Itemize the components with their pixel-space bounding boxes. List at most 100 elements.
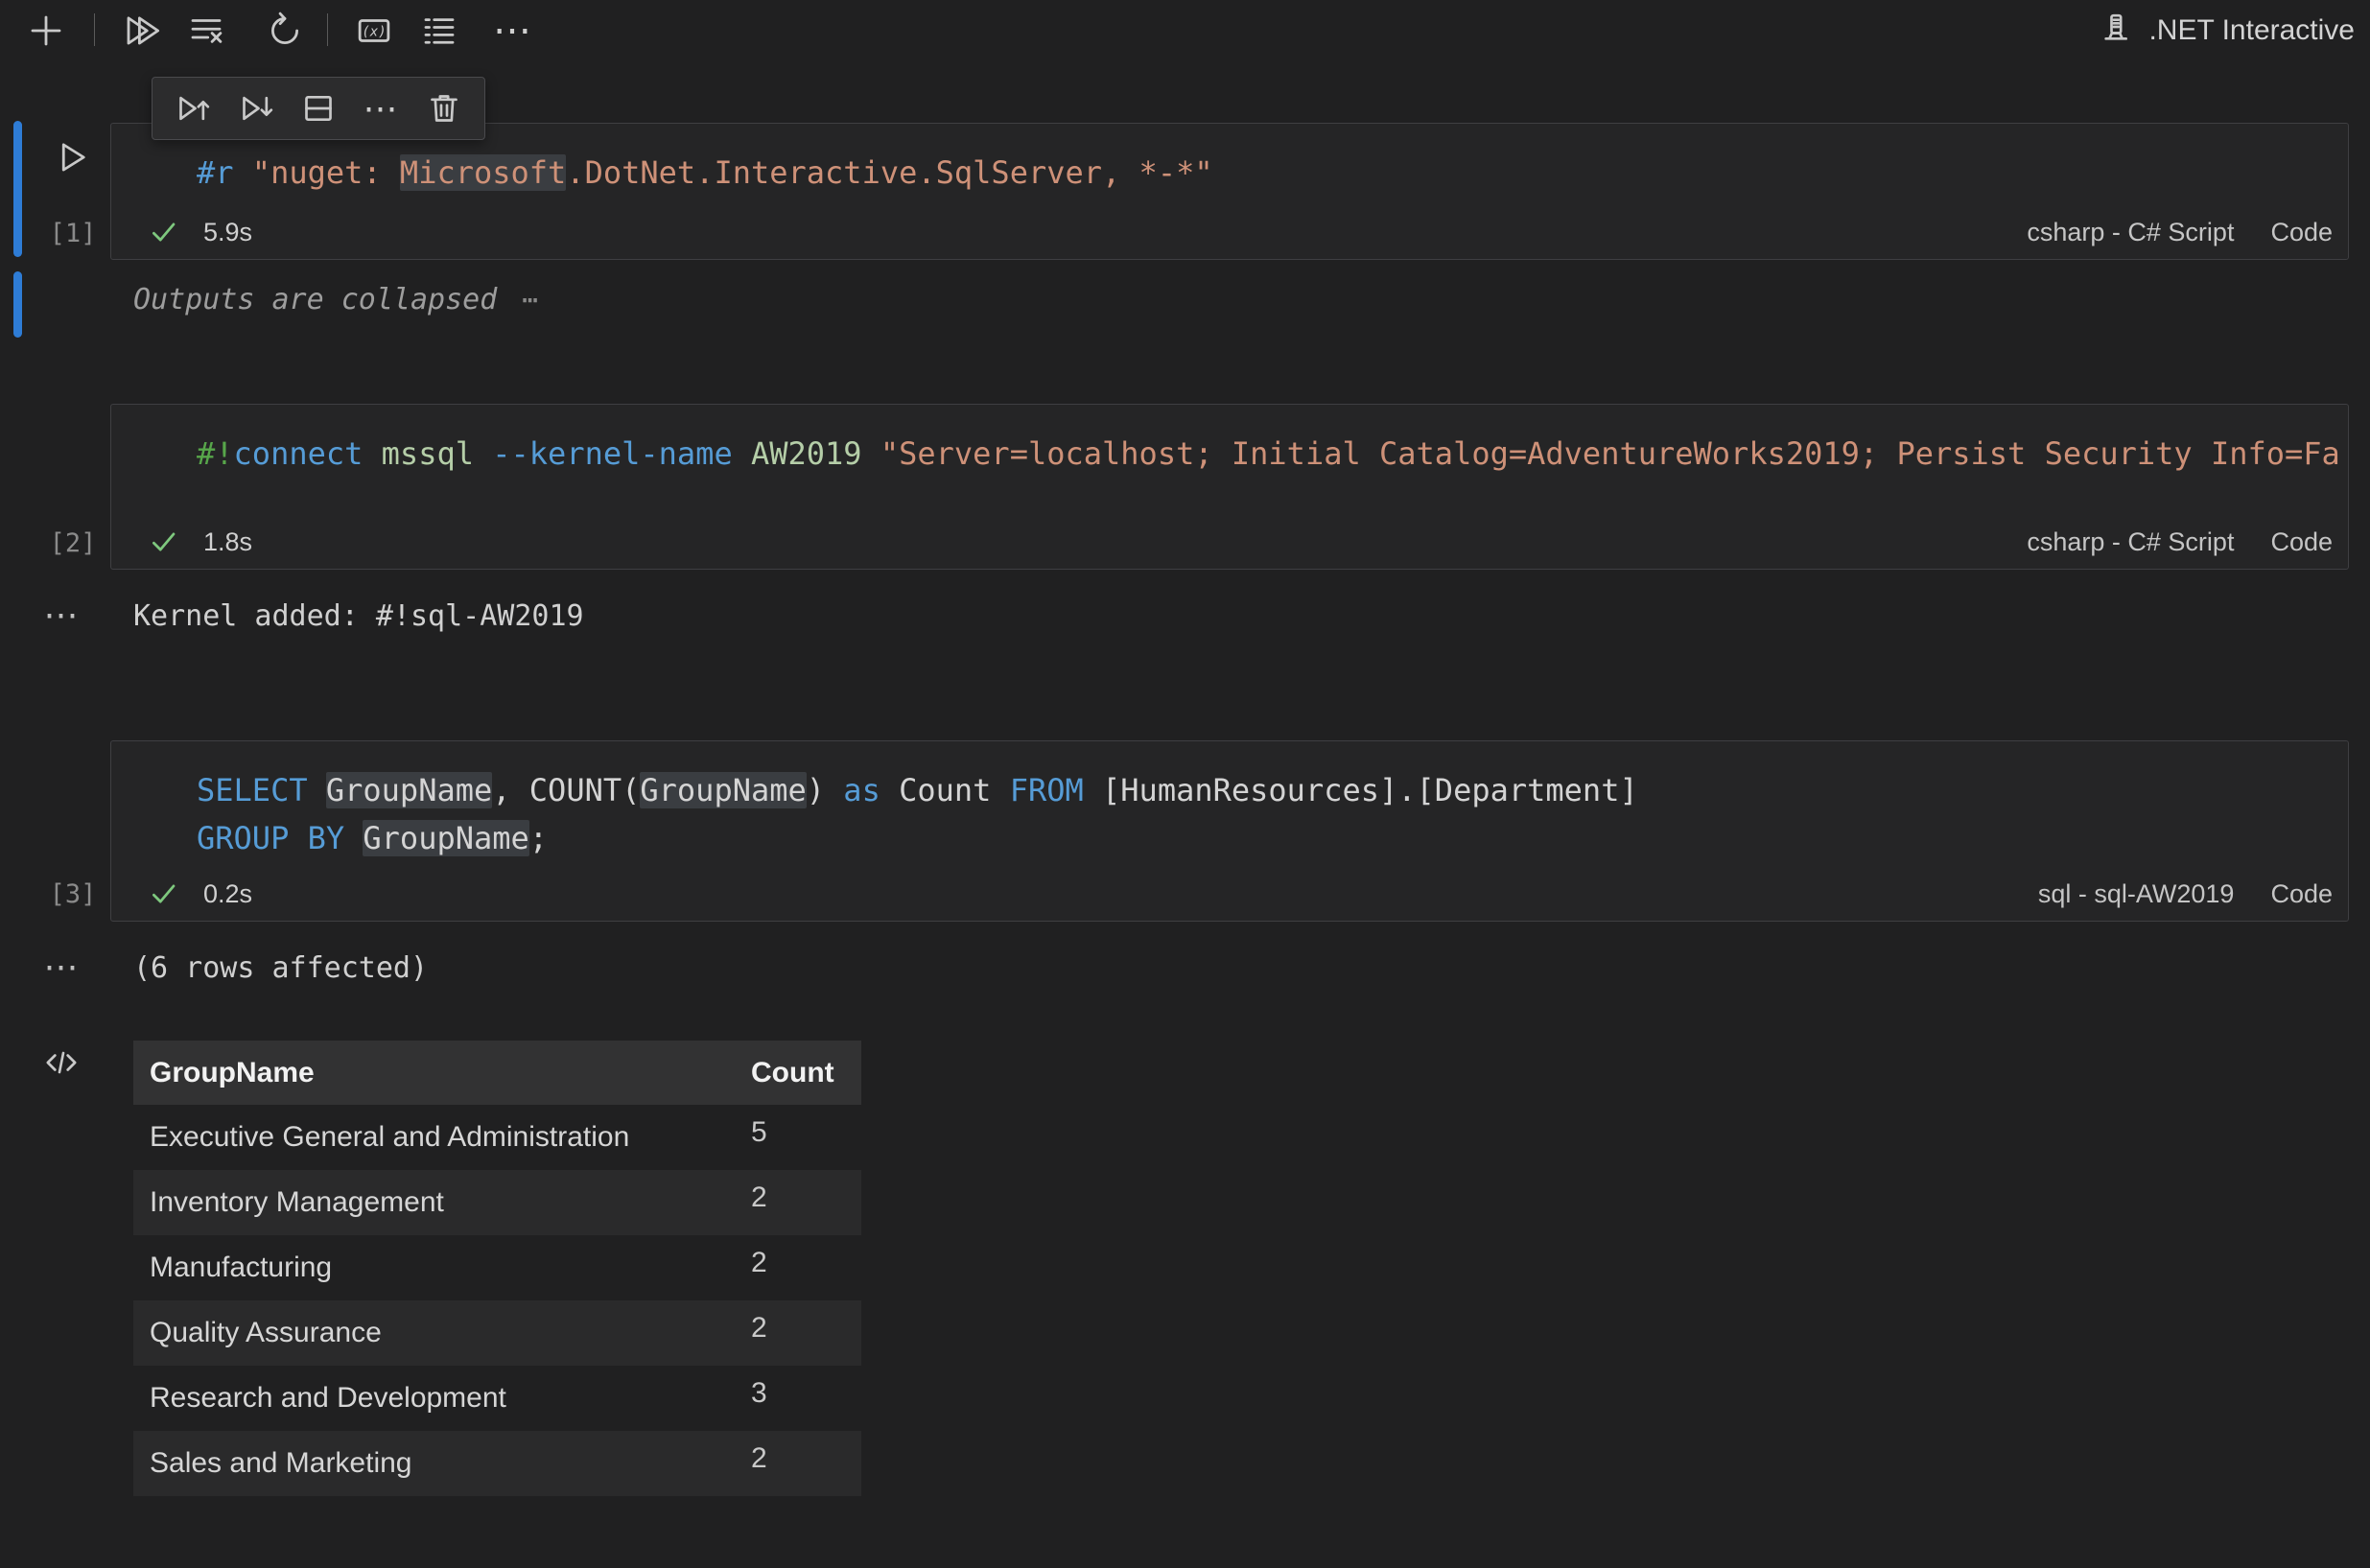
code-token: "nuget: bbox=[252, 154, 400, 191]
code-editor-3[interactable]: SELECT GroupName, COUNT(GroupName) as Co… bbox=[111, 741, 2348, 867]
run-all-icon bbox=[122, 11, 162, 51]
count-cell: 5 bbox=[747, 1105, 861, 1170]
groupname-cell: Inventory Management bbox=[133, 1170, 747, 1235]
run-above-icon bbox=[174, 89, 212, 128]
play-icon bbox=[52, 137, 92, 177]
code-token: GroupName bbox=[363, 820, 528, 856]
notebook-toolbar: (x) ⋯ .NET Interactive bbox=[0, 0, 2370, 59]
code-token bbox=[363, 435, 381, 472]
kernel-icon bbox=[2097, 12, 2135, 50]
success-check-icon bbox=[150, 218, 178, 246]
clear-outputs-button[interactable] bbox=[179, 8, 233, 54]
kernel-label: .NET Interactive bbox=[2148, 14, 2355, 47]
restart-kernel-button[interactable] bbox=[258, 8, 312, 54]
output-menu-button[interactable]: ⋯ bbox=[29, 596, 96, 634]
cell-status-bar-1: 5.9s csharp - C# Script Code bbox=[111, 205, 2348, 259]
code-line: GROUP BY GroupName; bbox=[111, 814, 2348, 862]
code-token: as bbox=[843, 772, 880, 808]
code-editor-2[interactable]: #!connect mssql --kernel-name AW2019 "Se… bbox=[111, 405, 2348, 515]
code-token: .DotNet.Interactive.SqlServer, *-*" bbox=[566, 154, 1212, 191]
code-token: mssql bbox=[382, 435, 474, 472]
run-above-button[interactable] bbox=[168, 83, 218, 133]
cell-status-bar-3: 0.2s sql - sql-AW2019 Code bbox=[111, 867, 2348, 921]
list-icon bbox=[419, 11, 459, 51]
language-picker[interactable]: csharp - C# Script bbox=[2027, 218, 2234, 247]
cell-more-button[interactable]: ⋯ bbox=[357, 83, 407, 133]
cell-kind[interactable]: Code bbox=[2270, 218, 2333, 247]
count-cell: 2 bbox=[747, 1170, 861, 1235]
toolbar-separator bbox=[94, 13, 95, 46]
toolbar-separator bbox=[327, 13, 328, 46]
code-token: AW2019 bbox=[751, 435, 862, 472]
code-token: SELECT bbox=[197, 772, 308, 808]
table-body: Executive General and Administration5Inv… bbox=[133, 1105, 861, 1496]
cell-kind[interactable]: Code bbox=[2270, 879, 2333, 909]
code-cell-3: SELECT GroupName, COUNT(GroupName) as Co… bbox=[110, 740, 2349, 922]
more-icon: ⋯ bbox=[493, 16, 533, 45]
code-brackets-icon bbox=[42, 1043, 81, 1082]
code-cell-2: #!connect mssql --kernel-name AW2019 "Se… bbox=[110, 404, 2349, 570]
toolbar-more-button[interactable]: ⋯ bbox=[486, 8, 540, 54]
kernel-indicator[interactable]: .NET Interactive bbox=[2097, 8, 2355, 54]
execution-time: 5.9s bbox=[203, 218, 252, 247]
count-cell: 3 bbox=[747, 1366, 861, 1431]
code-token bbox=[344, 820, 363, 856]
code-token: GroupName bbox=[640, 772, 806, 808]
table-header-row: GroupName Count bbox=[133, 1041, 861, 1105]
table-row: Inventory Management2 bbox=[133, 1170, 861, 1235]
language-picker[interactable]: sql - sql-AW2019 bbox=[2038, 879, 2235, 909]
code-token: #r bbox=[197, 154, 234, 191]
code-token: [HumanResources].[Department] bbox=[1084, 772, 1638, 808]
split-cell-button[interactable] bbox=[293, 83, 343, 133]
code-token bbox=[474, 435, 492, 472]
code-token: FROM bbox=[1010, 772, 1084, 808]
restart-icon bbox=[265, 11, 305, 51]
code-line: #!connect mssql --kernel-name AW2019 "Se… bbox=[111, 430, 2348, 478]
collapsed-output-text: Outputs are collapsed bbox=[133, 281, 497, 319]
code-line: SELECT GroupName, COUNT(GroupName) as Co… bbox=[111, 766, 2348, 814]
run-all-button[interactable] bbox=[115, 8, 169, 54]
cell-1-output-collapsed: Outputs are collapsed ⋯ bbox=[133, 281, 540, 319]
output-more-icon[interactable]: ⋯ bbox=[522, 281, 540, 319]
run-cell-button[interactable] bbox=[51, 136, 93, 178]
variables-button[interactable]: (x) bbox=[347, 8, 401, 54]
table-row: Manufacturing2 bbox=[133, 1235, 861, 1300]
table-header-groupname: GroupName bbox=[133, 1057, 747, 1089]
run-below-button[interactable] bbox=[231, 83, 281, 133]
run-below-icon bbox=[237, 89, 275, 128]
split-cell-icon bbox=[299, 89, 338, 128]
code-token: GroupName bbox=[326, 772, 492, 808]
change-presentation-button[interactable] bbox=[40, 1041, 82, 1084]
table-row: Research and Development3 bbox=[133, 1366, 861, 1431]
code-token: , COUNT( bbox=[492, 772, 640, 808]
table-row: Quality Assurance2 bbox=[133, 1300, 861, 1366]
table-row: Sales and Marketing2 bbox=[133, 1431, 861, 1496]
code-token bbox=[308, 772, 326, 808]
code-token: "Server=localhost; Initial Catalog=Adven… bbox=[880, 435, 2340, 472]
count-cell: 2 bbox=[747, 1235, 861, 1300]
execution-time: 1.8s bbox=[203, 527, 252, 557]
clear-outputs-icon bbox=[186, 11, 226, 51]
groupname-cell: Sales and Marketing bbox=[133, 1431, 747, 1496]
table-row: Executive General and Administration5 bbox=[133, 1105, 861, 1170]
code-token: ; bbox=[529, 820, 548, 856]
code-token: --kernel-name bbox=[492, 435, 732, 472]
output-menu-button[interactable]: ⋯ bbox=[29, 948, 96, 986]
groupname-cell: Manufacturing bbox=[133, 1235, 747, 1300]
groupname-cell: Research and Development bbox=[133, 1366, 747, 1431]
code-token: Count bbox=[880, 772, 1010, 808]
count-cell: 2 bbox=[747, 1431, 861, 1496]
focused-output-indicator bbox=[13, 271, 22, 338]
cell-2-output: Kernel added: #!sql-AW2019 bbox=[133, 597, 584, 636]
delete-cell-button[interactable] bbox=[419, 83, 469, 133]
count-cell: 2 bbox=[747, 1300, 861, 1366]
code-token bbox=[733, 435, 751, 472]
success-check-icon bbox=[150, 879, 178, 908]
language-picker[interactable]: csharp - C# Script bbox=[2027, 527, 2234, 557]
cell-kind[interactable]: Code bbox=[2270, 527, 2333, 557]
code-token bbox=[234, 154, 252, 191]
cell-toolbar: ⋯ bbox=[152, 77, 485, 140]
outline-button[interactable] bbox=[412, 8, 466, 54]
code-token: Microsoft bbox=[400, 154, 566, 191]
add-cell-button[interactable] bbox=[19, 8, 73, 54]
